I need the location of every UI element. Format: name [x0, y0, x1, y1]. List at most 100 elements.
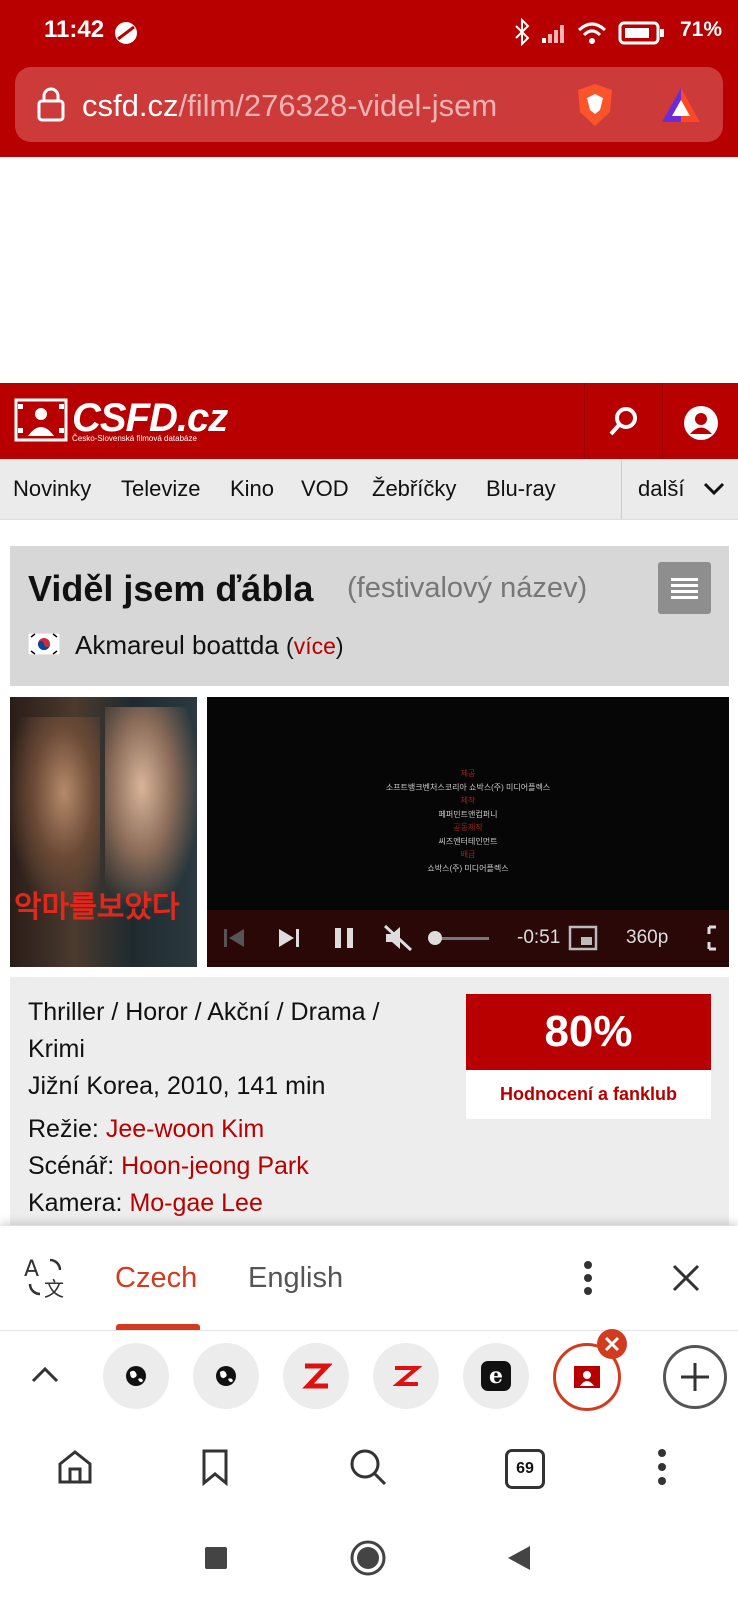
chevron-up-icon[interactable]: [30, 1364, 60, 1384]
poster-face-left: [10, 717, 100, 907]
url-text[interactable]: csfd.cz/film/276328-videl-jsem: [82, 88, 552, 124]
mute-icon[interactable]: [383, 924, 413, 952]
home-icon[interactable]: [56, 1448, 94, 1486]
bookmark-icon[interactable]: [200, 1448, 230, 1486]
translate-tab-czech[interactable]: Czech: [115, 1262, 197, 1295]
director-link[interactable]: Jee-woon Kim: [106, 1115, 264, 1143]
credit-line: 공동제작: [453, 823, 483, 832]
camera-label: Kamera:: [28, 1189, 123, 1217]
tab-thumbnail[interactable]: [193, 1343, 259, 1409]
new-tab-button[interactable]: [663, 1345, 727, 1409]
svg-text:A: A: [24, 1257, 39, 1282]
nav-item-novinky[interactable]: Novinky: [13, 476, 91, 502]
translate-icon: A文: [24, 1257, 64, 1300]
csfd-favicon-icon: [574, 1366, 600, 1388]
tab-thumbnail[interactable]: [103, 1343, 169, 1409]
video-credits: 제공 소프트뱅크벤처스코리아 쇼박스(주) 미디어플렉스 제작 페퍼민트앤컴퍼니…: [207, 767, 729, 875]
plus-icon: [681, 1363, 709, 1391]
url-host: csfd.cz: [82, 88, 179, 123]
chevron-down-icon: [703, 482, 725, 496]
bluetooth-icon: [515, 18, 530, 46]
film-poster[interactable]: 악마를보았다: [10, 697, 197, 967]
search-icon[interactable]: [348, 1447, 388, 1487]
more-options-icon[interactable]: [578, 1260, 598, 1296]
nav-more-button[interactable]: další: [621, 459, 738, 519]
home-button-icon[interactable]: [350, 1540, 386, 1576]
fullscreen-icon[interactable]: [707, 925, 729, 951]
status-bar: 11:42 71%: [0, 0, 738, 62]
globe-icon: [216, 1366, 236, 1386]
camera-link[interactable]: Mo-gae Lee: [129, 1189, 262, 1217]
tab-thumbnail[interactable]: [283, 1343, 349, 1409]
wifi-icon: [577, 22, 607, 44]
nav-more-label: další: [638, 476, 685, 501]
nav-item-vod[interactable]: VOD: [301, 476, 349, 502]
nav-item-bluray[interactable]: Blu-ray: [486, 476, 556, 502]
genres-cont: Krimi: [28, 1035, 85, 1063]
writer-row: Scénář: Hoon-jeong Park: [28, 1152, 309, 1181]
credit-line: 배급: [460, 850, 476, 859]
skip-previous-icon[interactable]: [222, 926, 246, 950]
user-button[interactable]: [662, 383, 738, 459]
genres: Thriller / Horor / Akční / Drama /: [28, 998, 380, 1026]
skip-next-icon[interactable]: [277, 926, 301, 950]
brave-shields-icon[interactable]: [574, 82, 616, 128]
more-titles-link[interactable]: více: [294, 633, 336, 659]
original-title: Akmareul boattda: [75, 630, 279, 660]
tab-thumbnail[interactable]: [373, 1343, 439, 1409]
csfd-logo-icon[interactable]: [14, 398, 68, 442]
picture-in-picture-icon[interactable]: [568, 925, 598, 951]
nav-item-zebricky[interactable]: Žebříčky: [372, 476, 456, 502]
title-note: (festivalový název): [347, 572, 588, 604]
battery-percent: 71%: [679, 18, 722, 41]
south-korea-flag-icon: [28, 633, 60, 655]
close-tab-button[interactable]: [597, 1329, 627, 1359]
url-path: /film/276328-videl-jsem: [178, 88, 498, 123]
nav-item-televize[interactable]: Televize: [121, 476, 200, 502]
quality-selector[interactable]: 360p: [626, 927, 668, 949]
volume-handle[interactable]: [428, 931, 442, 945]
poster-title: 악마를보았다: [14, 891, 180, 924]
video-controls: -0:51 360p: [207, 910, 729, 967]
back-icon[interactable]: [506, 1544, 532, 1572]
globe-icon: [126, 1366, 146, 1386]
close-icon[interactable]: [670, 1262, 702, 1294]
z-logo-icon: [392, 1366, 422, 1386]
search-button[interactable]: [584, 383, 663, 459]
pause-icon[interactable]: [333, 926, 355, 950]
writer-link[interactable]: Hoon-jeong Park: [121, 1152, 309, 1180]
director-label: Režie:: [28, 1115, 99, 1143]
signal-icon: [542, 25, 564, 43]
translate-bar: [0, 1226, 738, 1330]
close-icon: [604, 1336, 620, 1352]
e-logo-icon: e: [481, 1361, 511, 1391]
credit-line: 소프트뱅크벤처스코리아 쇼박스(주) 미디어플렉스: [385, 782, 551, 792]
status-time: 11:42: [44, 16, 105, 43]
credit-line: 제작: [460, 796, 476, 805]
film-title: Viděl jsem ďábla: [28, 568, 314, 609]
z-logo-icon: [302, 1363, 332, 1389]
writer-label: Scénář:: [28, 1152, 115, 1180]
credit-line: 제공: [460, 769, 476, 778]
tab-thumbnail[interactable]: e: [463, 1343, 529, 1409]
credit-line: 페퍼민트앤컴퍼니: [438, 809, 498, 819]
recents-icon[interactable]: [204, 1546, 228, 1570]
user-icon: [684, 406, 718, 440]
tabs-count-button[interactable]: 69: [505, 1449, 545, 1489]
list-icon: [671, 578, 698, 599]
film-menu-button[interactable]: [658, 562, 711, 614]
original-title-line: Akmareul boattda (více): [75, 630, 344, 660]
camera-row: Kamera: Mo-gae Lee: [28, 1189, 263, 1218]
translate-tab-english[interactable]: English: [248, 1262, 343, 1295]
director-row: Režie: Jee-woon Kim: [28, 1115, 264, 1144]
menu-icon[interactable]: [652, 1448, 672, 1486]
poster-face-right: [105, 707, 197, 907]
battery-icon: [618, 21, 664, 45]
nav-item-kino[interactable]: Kino: [230, 476, 274, 502]
rating-fanclub-link[interactable]: Hodnocení a fanklub: [466, 1070, 711, 1119]
rating-score[interactable]: 80%: [466, 994, 711, 1070]
brave-rewards-icon[interactable]: [660, 86, 702, 124]
origin-year-length: Jižní Korea, 2010, 141 min: [28, 1072, 326, 1100]
no-disturb-icon: [115, 22, 137, 44]
time-remaining: -0:51: [517, 927, 561, 948]
